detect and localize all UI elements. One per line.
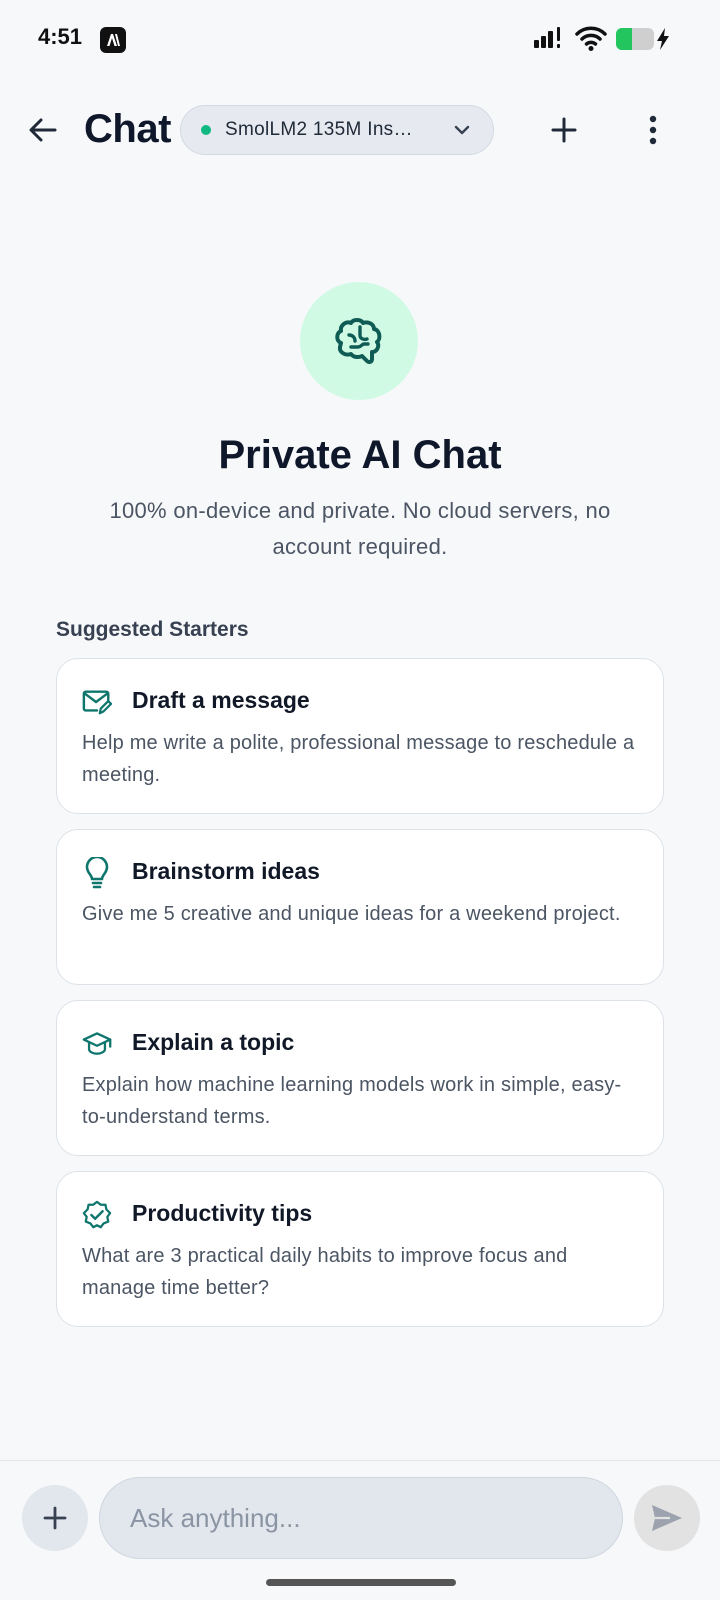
more-vertical-icon [649, 115, 657, 145]
starter-title: Explain a topic [132, 1029, 295, 1055]
arrow-left-icon [29, 118, 57, 142]
model-selector[interactable]: SmolLM2 135M Ins… [180, 105, 494, 155]
new-chat-button[interactable] [543, 109, 585, 151]
more-options-button[interactable] [632, 109, 674, 151]
starter-card-productivity-tips[interactable]: Productivity tips What are 3 practical d… [56, 1171, 664, 1327]
suggested-starters-label: Suggested Starters [56, 618, 249, 641]
plus-icon [43, 1506, 67, 1530]
composer-bar [0, 1460, 720, 1600]
lightbulb-icon [82, 857, 112, 889]
hero-title: Private AI Chat [218, 433, 502, 477]
chevron-down-icon [454, 125, 470, 135]
starter-card-explain-topic[interactable]: Explain a topic Explain how machine lear… [56, 1000, 664, 1156]
page-title: Chat [84, 107, 171, 151]
mail-edit-icon [82, 687, 112, 717]
starter-title: Brainstorm ideas [132, 858, 320, 884]
plus-icon [551, 117, 577, 143]
hero-brain-badge [300, 282, 418, 400]
starter-description: What are 3 practical daily habits to imp… [82, 1245, 568, 1299]
starter-title: Draft a message [132, 687, 310, 713]
status-time: 4:51 [38, 24, 83, 49]
send-icon [652, 1505, 682, 1531]
home-indicator [266, 1579, 456, 1586]
attach-button[interactable] [22, 1485, 88, 1551]
starter-card-draft-message[interactable]: Draft a message Help me write a polite, … [56, 658, 664, 814]
status-bar: 4:51 [0, 0, 720, 80]
graduation-cap-icon [82, 1029, 112, 1059]
hero-subtitle: 100% on-device and private. No cloud ser… [109, 498, 611, 559]
model-status-dot [201, 125, 211, 135]
signal-icon [534, 26, 568, 55]
chat-input[interactable] [99, 1477, 623, 1559]
model-name: SmolLM2 135M Ins… [225, 119, 413, 140]
starter-title: Productivity tips [132, 1200, 313, 1226]
starter-description: Explain how machine learning models work… [82, 1074, 622, 1128]
app-header: Chat SmolLM2 135M Ins… [0, 95, 720, 165]
starter-card-brainstorm-ideas[interactable]: Brainstorm ideas Give me 5 creative and … [56, 829, 664, 985]
app-notification-icon [100, 27, 126, 53]
wifi-icon [575, 26, 607, 57]
send-button[interactable] [634, 1485, 700, 1551]
starter-description: Give me 5 creative and unique ideas for … [82, 903, 621, 925]
back-button[interactable] [22, 109, 64, 151]
starter-description: Help me write a polite, professional mes… [82, 732, 635, 786]
charging-bolt-icon [656, 28, 670, 55]
brain-icon [335, 318, 382, 365]
badge-check-icon [82, 1200, 112, 1230]
battery-icon [616, 28, 654, 50]
